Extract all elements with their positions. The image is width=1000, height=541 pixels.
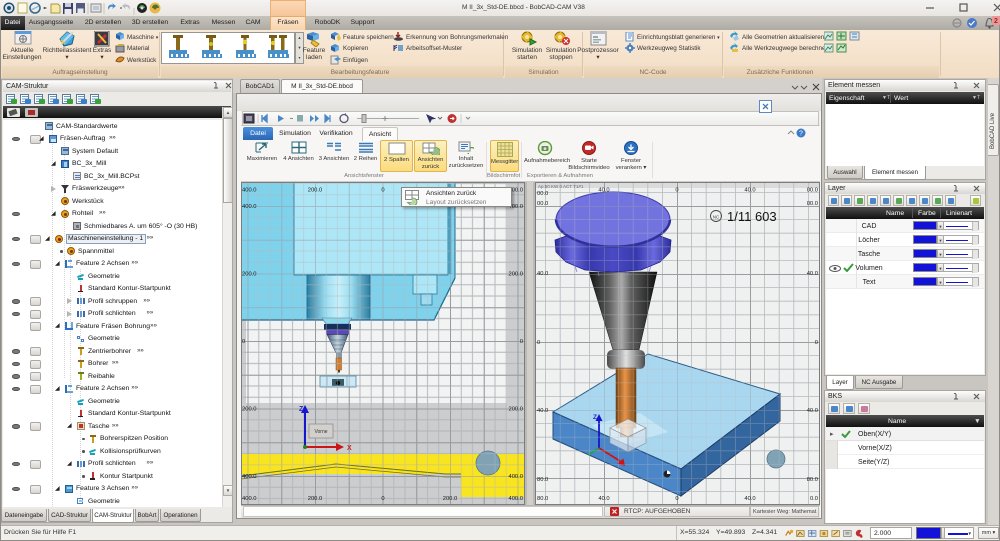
svg-text:200.0: 200.0 (308, 188, 323, 194)
svg-text:400.0: 400.0 (242, 474, 257, 480)
svg-text:00.0: 00.0 (807, 201, 818, 207)
svg-text:40.0: 40.0 (537, 271, 548, 277)
svg-text:200.0: 200.0 (242, 272, 257, 278)
svg-text:0: 0 (675, 496, 678, 502)
svg-text:400.0: 400.0 (508, 496, 523, 502)
svg-text:40.0: 40.0 (744, 496, 755, 502)
svg-text:40.0: 40.0 (807, 271, 818, 277)
svg-text:200.0: 200.0 (308, 496, 323, 502)
svg-text:80.0: 80.0 (537, 477, 548, 483)
svg-text:200.0: 200.0 (508, 272, 523, 278)
svg-text:200.0: 200.0 (508, 407, 523, 413)
svg-text:400.0: 400.0 (242, 204, 257, 210)
svg-text:0: 0 (381, 496, 384, 502)
svg-text:1/11 603: 1/11 603 (727, 209, 777, 224)
svg-text:0: 0 (381, 188, 384, 194)
svg-text:40.0: 40.0 (598, 496, 609, 502)
svg-text:40.0: 40.0 (744, 188, 755, 194)
svg-text:40.0: 40.0 (537, 408, 548, 414)
svg-text:Z: Z (299, 406, 304, 413)
svg-text:00.0: 00.0 (537, 191, 548, 197)
svg-text:0: 0 (675, 188, 678, 194)
svg-text:0: 0 (242, 339, 245, 345)
svg-text:0.0: 0.0 (810, 496, 818, 502)
svg-text:0: 0 (520, 339, 523, 345)
svg-text:?: ? (799, 131, 803, 138)
svg-text:2: 2 (994, 18, 998, 25)
svg-text:40.0: 40.0 (807, 408, 818, 414)
svg-text:0: 0 (537, 340, 540, 346)
svg-text:Ap:50 KW 0 ACT T1#1: Ap:50 KW 0 ACT T1#1 (538, 184, 584, 189)
svg-text:00.0: 00.0 (537, 201, 548, 207)
svg-text:X: X (347, 445, 352, 452)
svg-text:80.0: 80.0 (807, 477, 818, 483)
svg-text:80.0: 80.0 (537, 496, 548, 502)
svg-text:0: 0 (815, 340, 818, 346)
svg-text:400.0: 400.0 (242, 188, 257, 194)
svg-text:400.0: 400.0 (508, 474, 523, 480)
svg-text:200.0: 200.0 (443, 496, 458, 502)
svg-text:400.0: 400.0 (242, 496, 257, 502)
svg-text:Vorne: Vorne (314, 429, 327, 435)
svg-text:40.0: 40.0 (598, 188, 609, 194)
svg-text:NC: NC (713, 215, 720, 220)
svg-text:200.0: 200.0 (242, 407, 257, 413)
svg-text:00.0: 00.0 (807, 188, 818, 194)
